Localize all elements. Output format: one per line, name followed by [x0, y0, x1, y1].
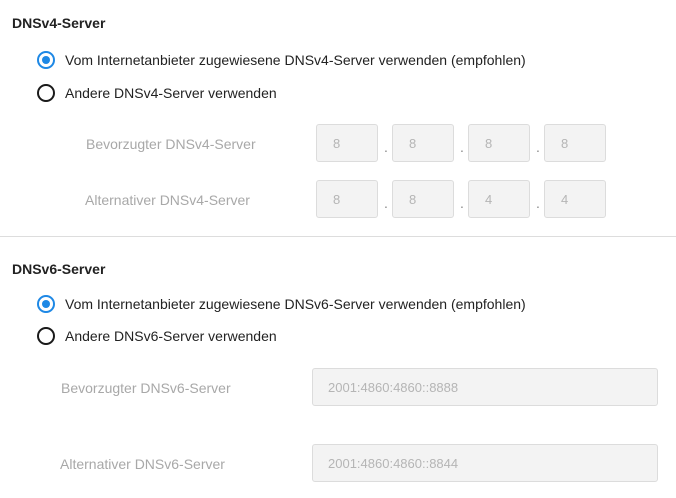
dnsv4-alternate-label: Alternativer DNSv4-Server [85, 192, 250, 208]
dnsv4-preferred-octet-3[interactable] [468, 124, 530, 162]
dnsv4-alternate-octet-3[interactable] [468, 180, 530, 218]
octet-separator: . [384, 195, 388, 211]
dnsv4-preferred-octet-1[interactable] [316, 124, 378, 162]
dnsv4-alternate-octet-4[interactable] [544, 180, 606, 218]
dnsv4-preferred-octet-2[interactable] [392, 124, 454, 162]
section-divider [0, 236, 676, 237]
octet-separator: . [384, 139, 388, 155]
dnsv4-option-other-label: Andere DNSv4-Server verwenden [65, 85, 277, 101]
dnsv6-preferred-input[interactable] [312, 368, 658, 406]
dnsv6-option-other-label: Andere DNSv6-Server verwenden [65, 328, 277, 344]
dns-settings-page: DNSv4-Server Vom Internetanbieter zugewi… [0, 0, 676, 498]
dnsv6-option-other[interactable]: Andere DNSv6-Server verwenden [37, 327, 277, 345]
dnsv6-preferred-label: Bevorzugter DNSv6-Server [61, 380, 231, 396]
dnsv6-radio-other[interactable] [37, 327, 55, 345]
dnsv6-section-title: DNSv6-Server [12, 261, 106, 277]
dnsv4-option-other[interactable]: Andere DNSv4-Server verwenden [37, 84, 277, 102]
dnsv4-radio-isp-selected[interactable] [37, 51, 55, 69]
dnsv4-alternate-octet-1[interactable] [316, 180, 378, 218]
dnsv4-alternate-octet-2[interactable] [392, 180, 454, 218]
octet-separator: . [536, 139, 540, 155]
dnsv6-option-isp-label: Vom Internetanbieter zugewiesene DNSv6-S… [65, 296, 526, 312]
dnsv6-alternate-label: Alternativer DNSv6-Server [60, 456, 225, 472]
dnsv4-preferred-label: Bevorzugter DNSv4-Server [86, 136, 256, 152]
dnsv4-preferred-octet-4[interactable] [544, 124, 606, 162]
dnsv4-section-title: DNSv4-Server [12, 15, 106, 31]
dnsv4-radio-other[interactable] [37, 84, 55, 102]
dnsv6-option-isp[interactable]: Vom Internetanbieter zugewiesene DNSv6-S… [37, 295, 526, 313]
dnsv4-option-isp[interactable]: Vom Internetanbieter zugewiesene DNSv4-S… [37, 51, 526, 69]
dnsv6-radio-isp-selected[interactable] [37, 295, 55, 313]
octet-separator: . [536, 195, 540, 211]
dnsv4-option-isp-label: Vom Internetanbieter zugewiesene DNSv4-S… [65, 52, 526, 68]
octet-separator: . [460, 195, 464, 211]
octet-separator: . [460, 139, 464, 155]
dnsv6-alternate-input[interactable] [312, 444, 658, 482]
